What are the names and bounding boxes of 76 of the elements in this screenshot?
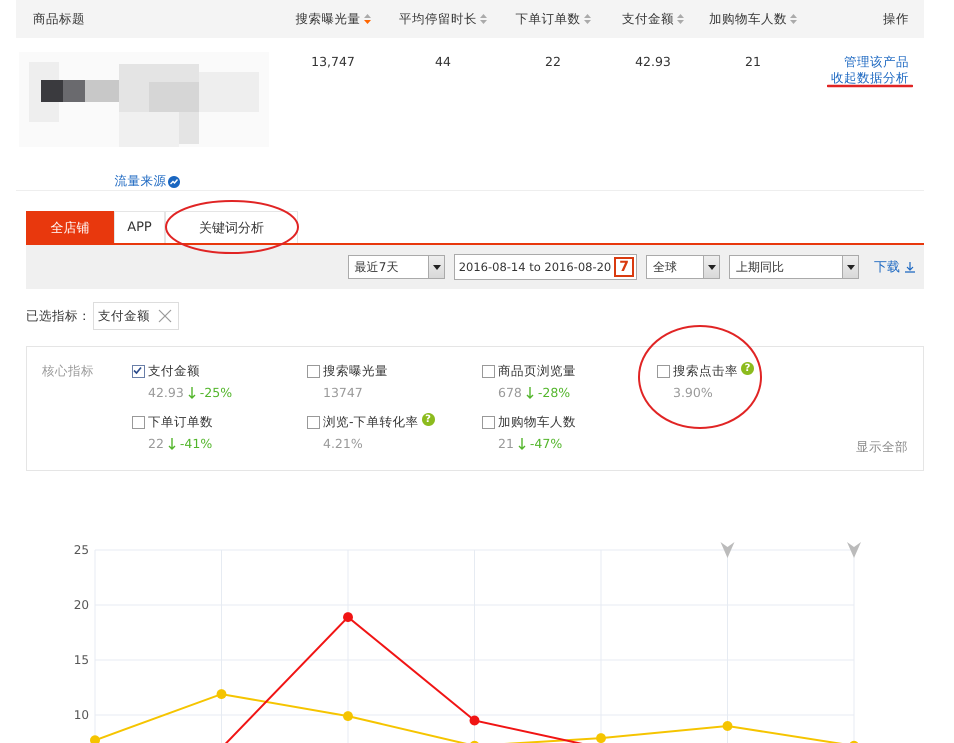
column-header[interactable]: 搜索曝光量 <box>296 10 360 28</box>
column-header: 操作 <box>883 10 909 28</box>
metric-name: 加购物车人数 <box>498 414 576 431</box>
trend-icon <box>168 176 180 188</box>
tab[interactable]: 关键词分析 <box>165 211 298 243</box>
data-point <box>343 711 353 722</box>
compare-dropdown[interactable]: 上期同比 <box>729 255 859 279</box>
core-metrics-label: 核心指标 <box>42 363 95 379</box>
column-header[interactable]: 加购物车人数 <box>709 10 787 28</box>
table-cell: 13,747 <box>311 54 355 70</box>
table-cell: 44 <box>435 54 451 70</box>
table-cell: 21 <box>745 54 761 70</box>
column-header[interactable]: 支付金额 <box>622 10 674 28</box>
y-tick-label: 10 <box>74 708 89 722</box>
data-point <box>470 716 480 726</box>
marker-icon <box>720 542 734 558</box>
metric-name: 下单订单数 <box>148 414 213 431</box>
table-cell: 22 <box>545 54 561 70</box>
y-tick-label: 20 <box>74 598 89 612</box>
metric-value: 21 <box>498 436 514 451</box>
metric-change: -47% <box>530 436 562 451</box>
data-point <box>596 733 606 743</box>
checkbox[interactable] <box>132 365 145 378</box>
sort-icon[interactable] <box>364 14 370 24</box>
metric-chip[interactable]: 支付金额 <box>93 302 179 330</box>
download-icon[interactable] <box>904 261 916 273</box>
metric-change: -41% <box>180 436 212 451</box>
sort-icon[interactable] <box>584 14 590 24</box>
checkbox[interactable] <box>657 365 670 378</box>
y-tick-label: 25 <box>74 543 89 557</box>
data-point <box>343 612 353 622</box>
date-range-field[interactable]: 2016-08-14 to 2016-08-20 7 <box>454 254 637 280</box>
metric-value: 22 <box>148 436 164 451</box>
sort-icon[interactable] <box>677 14 684 24</box>
marker-icon <box>847 542 861 558</box>
data-point <box>90 735 100 743</box>
sort-icon[interactable] <box>480 14 487 24</box>
data-point <box>722 721 732 731</box>
traffic-source-link[interactable]: 流量来源 <box>114 173 166 190</box>
checkbox[interactable] <box>307 365 320 378</box>
metric-value: 678 <box>498 385 522 400</box>
checkbox[interactable] <box>482 416 495 429</box>
period-dropdown[interactable]: 最近7天 <box>348 255 445 279</box>
action-link[interactable]: 管理该产品 <box>844 54 909 70</box>
column-header[interactable]: 平均停留时长 <box>399 10 477 28</box>
data-point <box>470 740 480 743</box>
download-link[interactable]: 下载 <box>874 258 900 276</box>
checkbox[interactable] <box>307 416 320 429</box>
metric-change: -25% <box>200 385 232 400</box>
metric-name: 支付金额 <box>148 363 200 380</box>
selected-metrics-label: 已选指标： <box>26 308 91 324</box>
column-header: 商品标题 <box>33 10 85 28</box>
metric-name: 搜索曝光量 <box>323 363 388 380</box>
metric-name: 商品页浏览量 <box>498 363 576 380</box>
checkbox[interactable] <box>132 416 145 429</box>
metric-change: -28% <box>538 385 570 400</box>
region-dropdown[interactable]: 全球 <box>646 255 720 279</box>
show-all-link[interactable]: 显示全部 <box>856 439 908 456</box>
metric-value: 42.93 <box>148 385 184 400</box>
sort-icon[interactable] <box>790 14 797 24</box>
metric-value: 13747 <box>323 385 363 400</box>
tab[interactable]: APP <box>114 211 165 243</box>
metric-name: 浏览-下单转化率 <box>323 414 419 431</box>
y-tick-label: 15 <box>74 653 89 667</box>
column-header[interactable]: 下单订单数 <box>516 10 580 28</box>
metric-value: 3.90% <box>673 385 713 400</box>
close-icon[interactable] <box>158 309 172 323</box>
metric-name: 搜索点击率 <box>673 363 738 380</box>
checkbox[interactable] <box>482 365 495 378</box>
tab[interactable]: 全店铺 <box>26 211 114 243</box>
calendar-icon[interactable]: 7 <box>614 257 634 277</box>
metric-value: 4.21% <box>323 436 363 451</box>
data-point <box>216 689 226 700</box>
data-point <box>849 740 859 743</box>
table-cell: 42.93 <box>635 54 671 70</box>
action-link[interactable]: 收起数据分析 <box>831 70 909 86</box>
